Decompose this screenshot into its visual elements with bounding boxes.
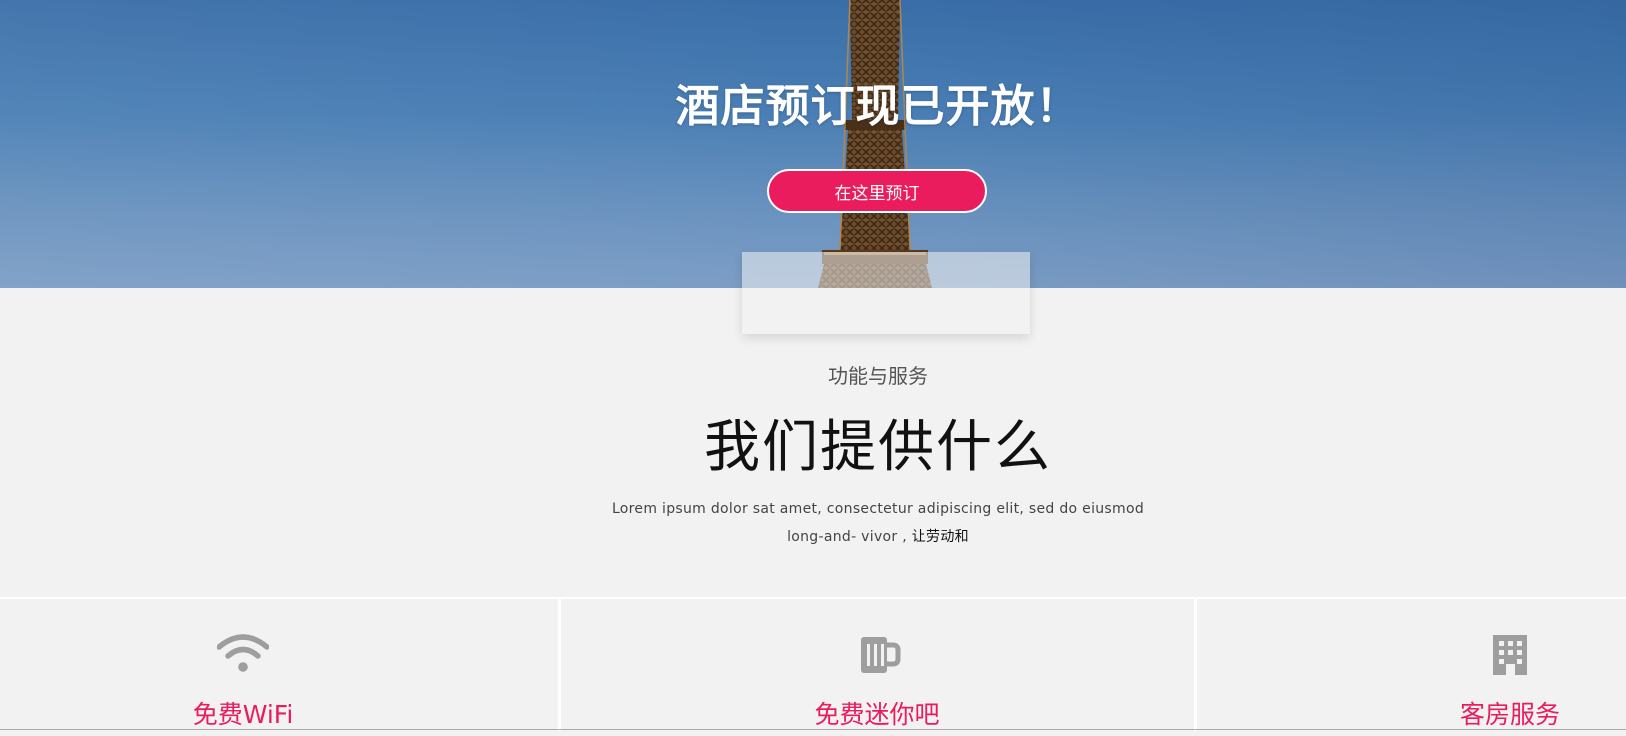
feature-label-minibar: 免费迷你吧 (814, 700, 940, 729)
building-icon (1493, 635, 1527, 675)
page: 酒店预订现已开放！ 在这里预订 功能与服务 我们提供什么 Lorem ipsum… (0, 0, 1626, 736)
section-subtitle: 功能与服务 (828, 364, 928, 388)
floating-card (742, 252, 1030, 334)
description-line-1: Lorem ipsum dolor sat amet, consectetur … (611, 501, 1145, 517)
section-title: 我们提供什么 (704, 415, 1052, 480)
section-description: Lorem ipsum dolor sat amet, consectetur … (590, 495, 1166, 551)
feature-card-minibar[interactable]: 免费迷你吧 (561, 599, 1197, 731)
wifi-icon (217, 634, 269, 672)
feature-label-wifi: 免费WiFi (192, 700, 294, 729)
feature-card-wifi[interactable]: 免费WiFi (0, 599, 561, 731)
bottom-divider (0, 729, 1626, 730)
hero-title: 酒店预订现已开放！ (675, 81, 1081, 132)
feature-label-room-service: 客房服务 (1459, 700, 1561, 729)
hero-banner: 酒店预订现已开放！ 在这里预订 (0, 0, 1626, 288)
description-line-2-cn: 让劳动和 (911, 529, 969, 545)
mug-icon (861, 637, 901, 673)
description-line-2: long-and- vivor , 让劳动和 (590, 523, 1166, 551)
hero-overlay (0, 0, 1626, 288)
book-here-button[interactable]: 在这里预订 (767, 169, 987, 213)
feature-card-room-service[interactable]: 客房服务 (1197, 599, 1626, 731)
description-line-2-en: long-and- vivor , (787, 529, 912, 545)
features-grid: 免费WiFi 免费迷你吧 客房服务 (0, 597, 1626, 731)
